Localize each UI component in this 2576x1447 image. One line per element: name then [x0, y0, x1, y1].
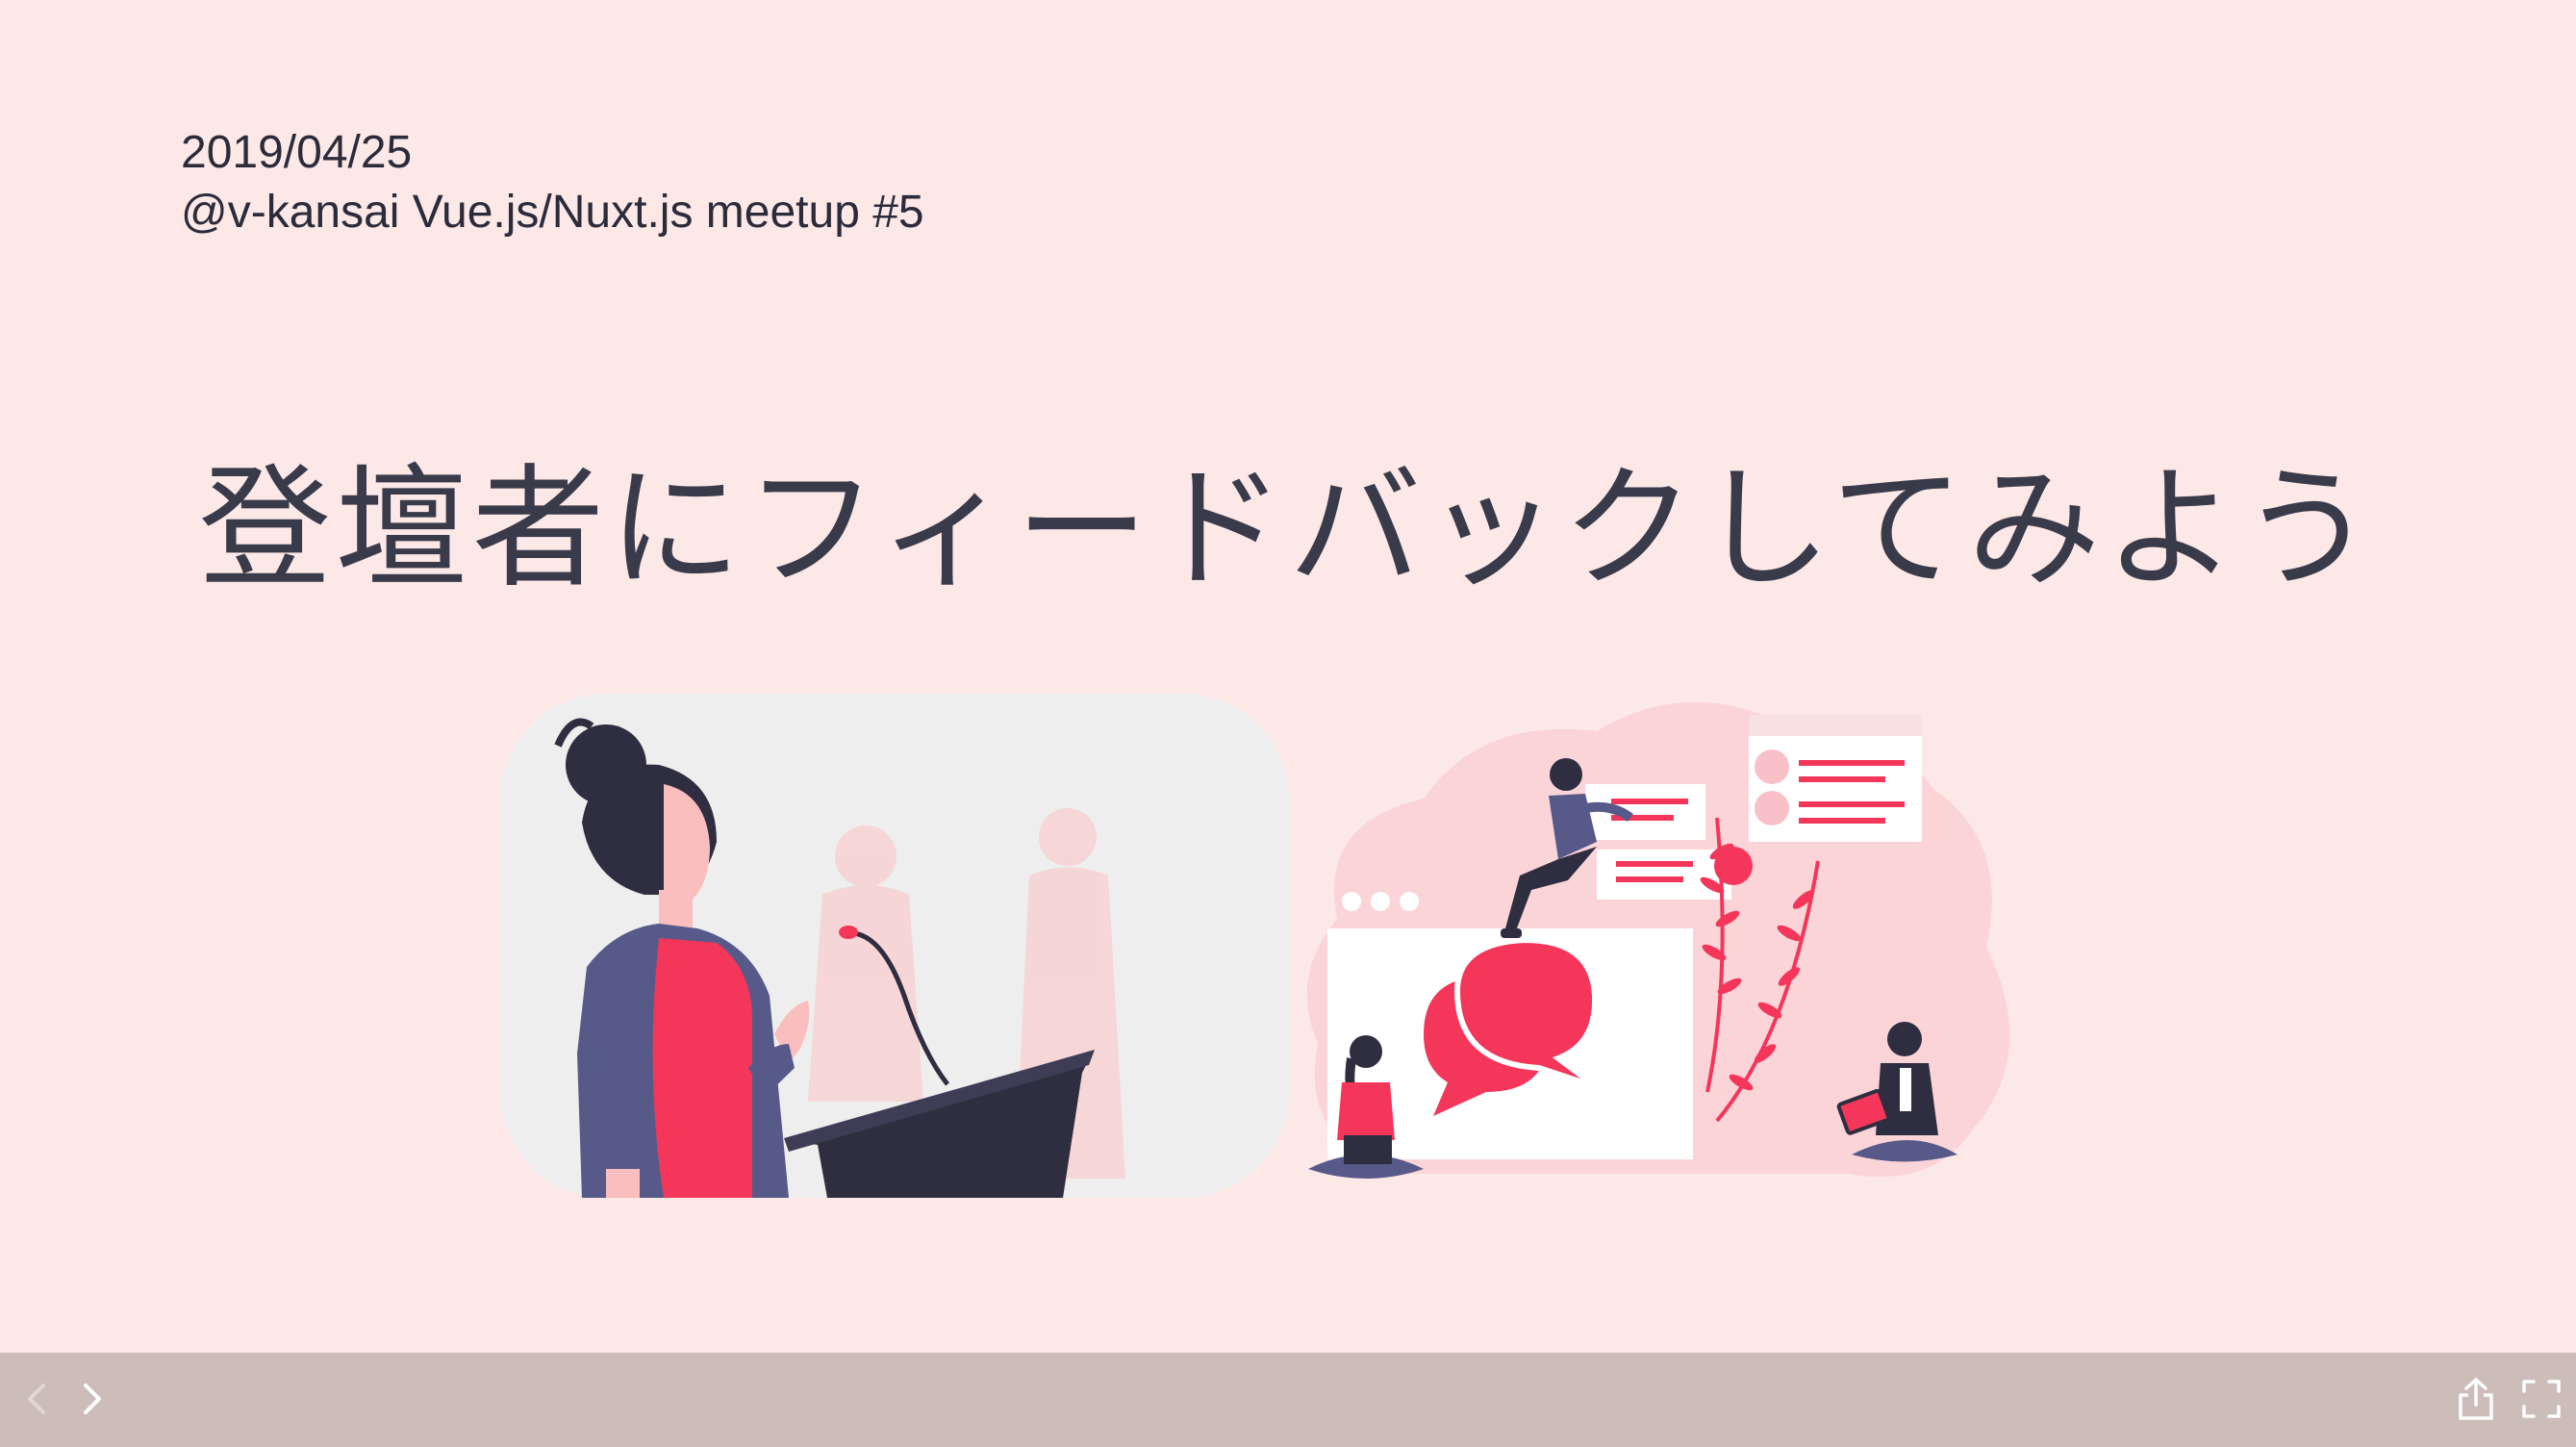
- slide-event: @v-kansai Vue.js/Nuxt.js meetup #5: [181, 187, 924, 238]
- feedback-chat-illustration: [1306, 701, 2010, 1179]
- slide: 2019/04/25 @v-kansai Vue.js/Nuxt.js meet…: [0, 0, 2576, 1353]
- chevron-right-icon: [84, 1384, 101, 1414]
- share-button[interactable]: [2447, 1370, 2505, 1428]
- slide-viewer: 2019/04/25 @v-kansai Vue.js/Nuxt.js meet…: [0, 0, 2576, 1447]
- slide-date: 2019/04/25: [181, 127, 413, 178]
- speaker-at-podium-illustration: [500, 694, 1289, 1198]
- fullscreen-icon: [2522, 1380, 2561, 1418]
- next-slide-button[interactable]: [63, 1370, 121, 1428]
- share-icon: [2459, 1378, 2493, 1420]
- slide-toolbar: [0, 1353, 2576, 1447]
- chevron-left-icon: [28, 1384, 45, 1414]
- slide-title: 登壇者にフィードバックしてみよう: [198, 451, 2378, 606]
- slide-meta: 2019/04/25 @v-kansai Vue.js/Nuxt.js meet…: [181, 123, 924, 242]
- prev-slide-button[interactable]: [8, 1370, 65, 1428]
- fullscreen-button[interactable]: [2513, 1370, 2570, 1428]
